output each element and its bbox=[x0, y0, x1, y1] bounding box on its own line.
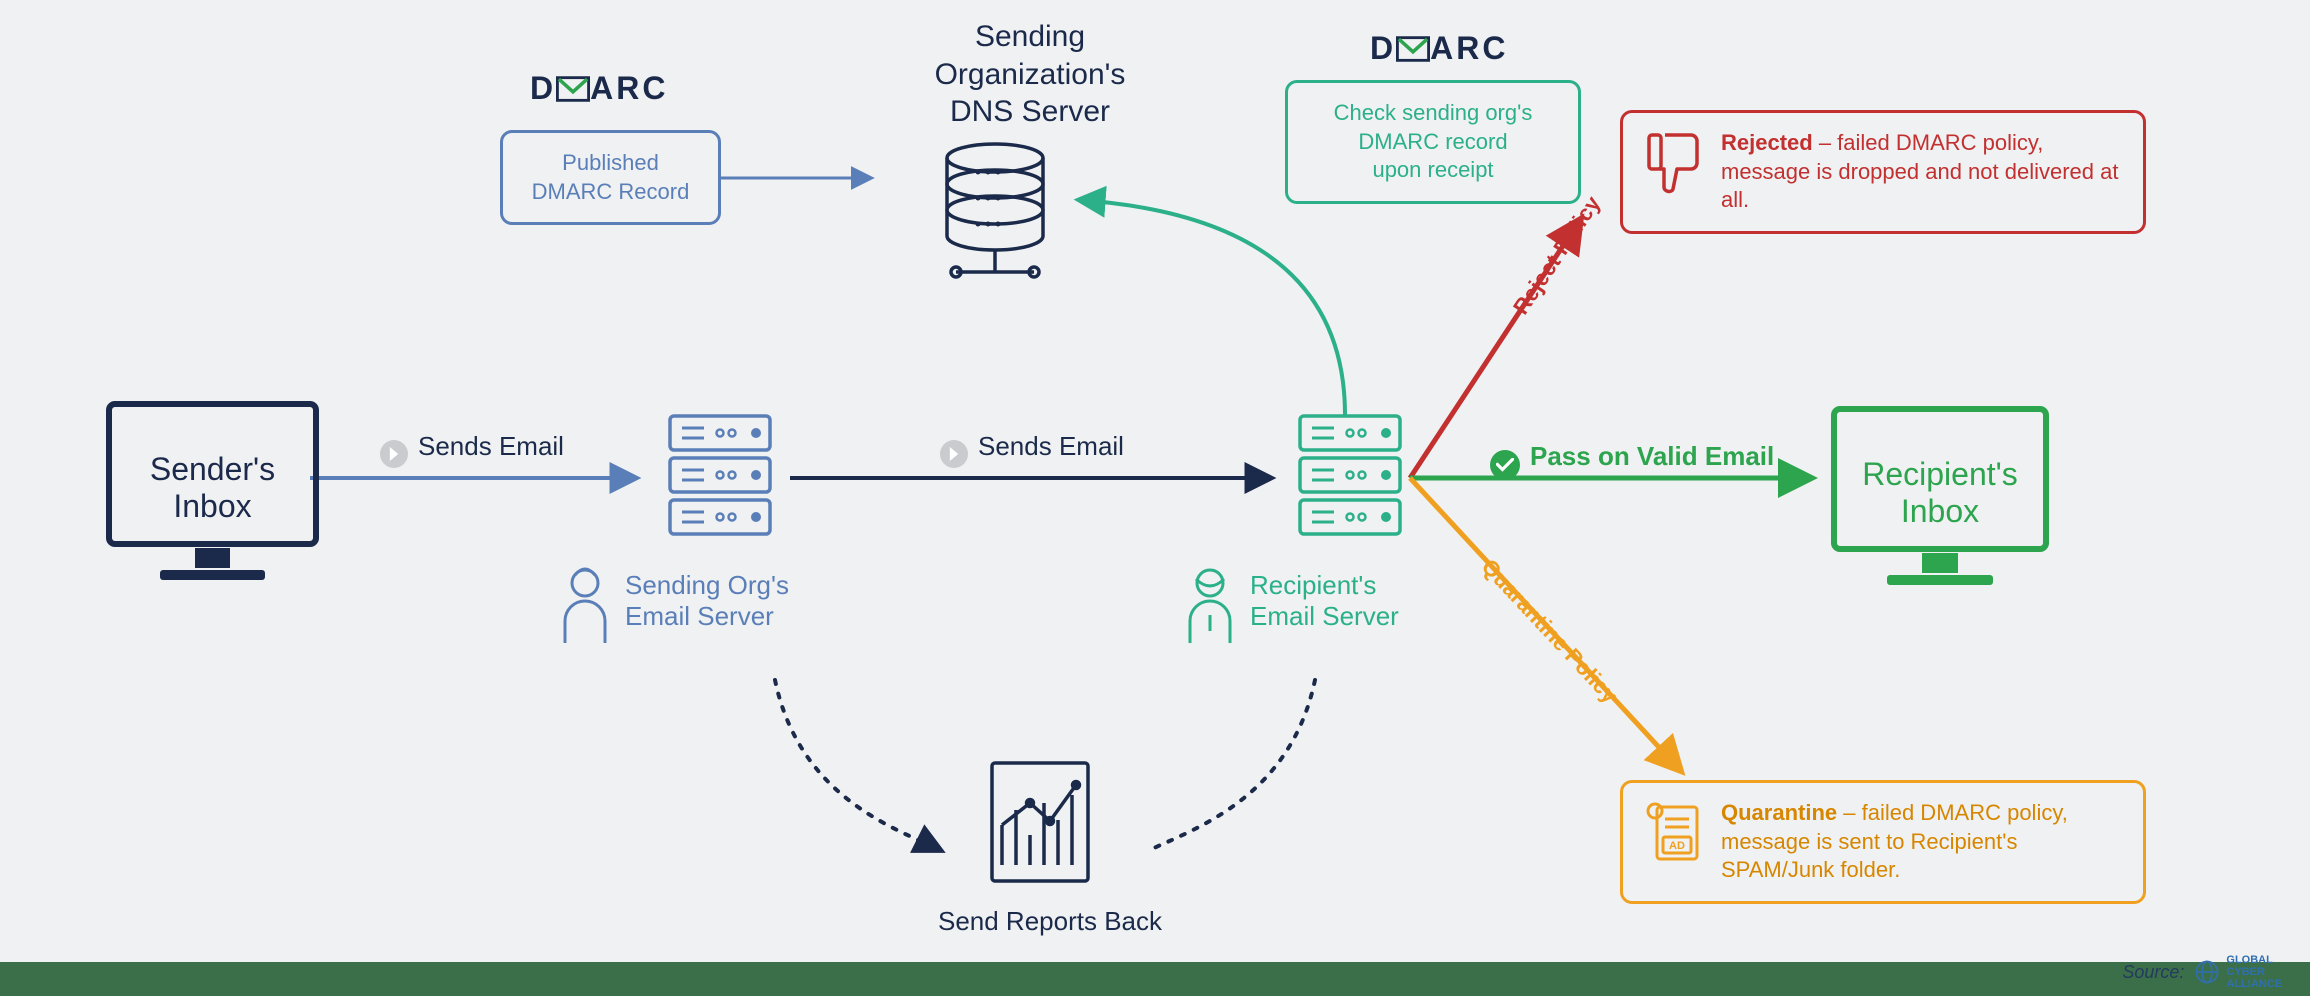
pass-valid-label: Pass on Valid Email bbox=[1490, 440, 1774, 480]
rejected-box: Rejected – failed DMARC policy, message … bbox=[1620, 110, 2146, 234]
dmarc-logo-right: D ARC bbox=[1370, 30, 1508, 67]
envelope-icon bbox=[1396, 36, 1430, 62]
recipient-server-icon bbox=[1290, 410, 1410, 555]
arrow-reports-right bbox=[1150, 680, 1315, 850]
sends-email-1: Sends Email bbox=[380, 430, 564, 468]
report-icon bbox=[980, 755, 1100, 900]
gca-logo: GLOBALCYBERALLIANCE bbox=[2194, 954, 2282, 990]
check-record-box: Check sending org'sDMARC recordupon rece… bbox=[1285, 80, 1581, 204]
ad-document-icon: AD bbox=[1643, 799, 1703, 869]
source-attribution: Source: GLOBALCYBERALLIANCE bbox=[2122, 954, 2282, 990]
source-label: Source: bbox=[2122, 962, 2184, 983]
chevron-right-icon bbox=[380, 440, 408, 468]
chevron-right-icon bbox=[940, 440, 968, 468]
envelope-icon bbox=[556, 76, 590, 102]
sender-inbox-label: Sender'sInbox bbox=[105, 380, 320, 595]
sends-email-2: Sends Email bbox=[940, 430, 1124, 468]
globe-icon bbox=[2194, 959, 2220, 985]
svg-text:AD: AD bbox=[1669, 840, 1685, 852]
published-record-box: PublishedDMARC Record bbox=[500, 130, 721, 225]
arrow-recvserver-to-dns bbox=[1080, 200, 1345, 415]
recipient-person-icon bbox=[1180, 565, 1240, 650]
diagram-stage: D ARC D ARC SendingOrganization'sDNS Ser… bbox=[0, 0, 2310, 996]
arrow-reports-left bbox=[775, 680, 940, 850]
sender-monitor: Sender'sInbox bbox=[105, 400, 320, 595]
sending-server-label: Sending Org'sEmail Server bbox=[625, 570, 789, 632]
sending-server-icon bbox=[660, 410, 780, 555]
dmarc-logo-left: D ARC bbox=[530, 70, 668, 107]
quarantine-box: AD Quarantine – failed DMARC policy, mes… bbox=[1620, 780, 2146, 904]
thumbs-down-icon bbox=[1643, 129, 1703, 195]
sender-person-icon bbox=[555, 565, 615, 650]
recipient-monitor: Recipient'sInbox bbox=[1830, 405, 2050, 600]
reports-label: Send Reports Back bbox=[900, 905, 1200, 938]
footer-bar bbox=[0, 962, 2310, 996]
dns-label: SendingOrganization'sDNS Server bbox=[880, 18, 1180, 131]
recipient-server-label: Recipient'sEmail Server bbox=[1250, 570, 1399, 632]
recipient-inbox-label: Recipient'sInbox bbox=[1830, 385, 2050, 600]
check-icon bbox=[1490, 450, 1520, 480]
dns-server-icon bbox=[930, 140, 1060, 295]
